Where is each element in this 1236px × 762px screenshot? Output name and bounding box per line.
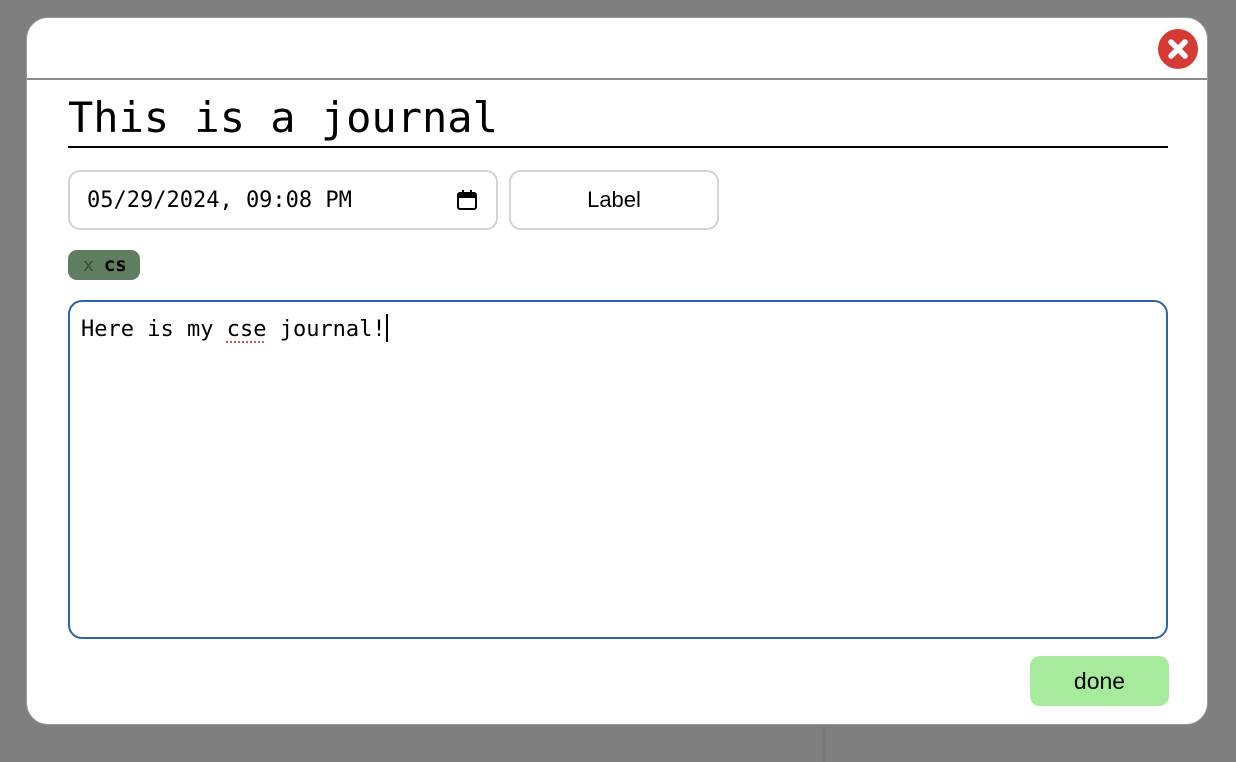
close-button[interactable] <box>1158 29 1198 69</box>
datetime-value: 05/29/2024, 09:08 PM <box>87 187 352 213</box>
title-input[interactable] <box>68 88 1168 146</box>
misspelled-word: cse <box>226 317 267 342</box>
tag-remove-button[interactable]: x <box>83 255 94 276</box>
text-caret <box>385 314 388 342</box>
label-button[interactable]: Label <box>509 170 719 230</box>
tag-label: cs <box>103 254 127 276</box>
done-button[interactable]: done <box>1030 656 1169 706</box>
body-text: Here is my <box>81 317 227 342</box>
calendar-icon[interactable] <box>456 189 478 211</box>
close-circle-icon <box>1168 39 1188 59</box>
datetime-input[interactable]: 05/29/2024, 09:08 PM <box>68 170 498 230</box>
journal-editor-modal: 05/29/2024, 09:08 PM Label x cs Here is … <box>26 17 1208 725</box>
body-text-end: journal! <box>266 317 386 342</box>
tag-chip: x cs <box>68 250 140 280</box>
backdrop-divider <box>822 727 826 762</box>
modal-header <box>27 18 1207 80</box>
title-field <box>68 88 1168 148</box>
journal-body-textarea[interactable]: Here is my cse journal! <box>68 300 1168 639</box>
